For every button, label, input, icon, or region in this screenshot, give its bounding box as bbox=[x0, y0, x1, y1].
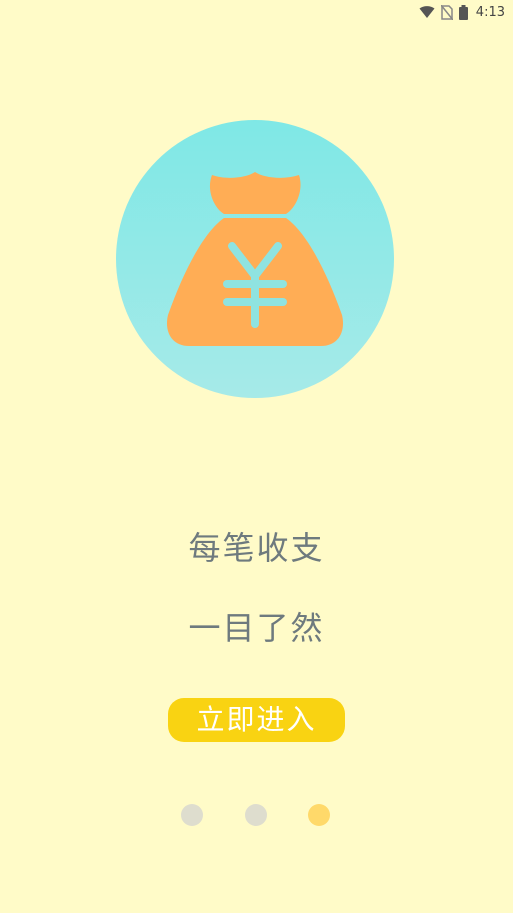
battery-icon bbox=[458, 4, 468, 20]
tagline-line-1: 每笔收支 bbox=[188, 529, 325, 567]
enter-button[interactable]: 立即进入 bbox=[168, 698, 345, 742]
status-bar: 4:13 bbox=[0, 0, 513, 24]
wifi-icon bbox=[419, 5, 435, 19]
hero-circle bbox=[116, 120, 394, 398]
page-dot-2[interactable] bbox=[245, 804, 267, 826]
page-indicator bbox=[0, 804, 513, 828]
no-sim-icon bbox=[440, 4, 453, 20]
money-bag-yen-icon bbox=[166, 172, 344, 346]
page-dot-1[interactable] bbox=[181, 804, 203, 826]
page-dot-3-active[interactable] bbox=[308, 804, 330, 826]
tagline-line-2: 一目了然 bbox=[188, 609, 325, 647]
status-time: 4:13 bbox=[475, 4, 505, 20]
